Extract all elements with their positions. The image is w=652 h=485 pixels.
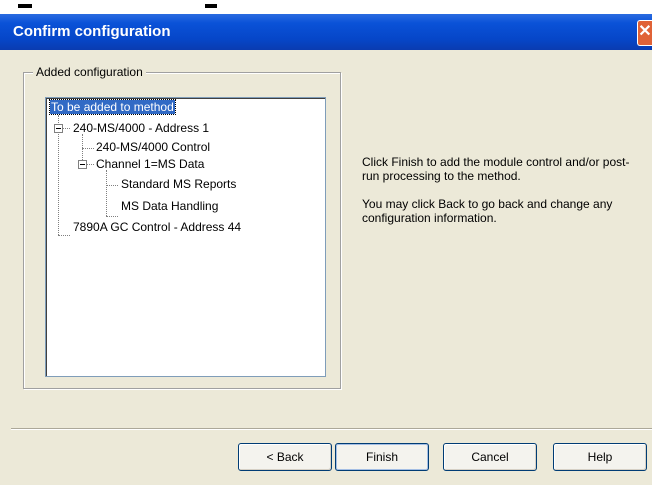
background-window-strip bbox=[0, 0, 652, 14]
tree-node-root[interactable]: To be added to method bbox=[49, 99, 176, 115]
tree-node-ms-control[interactable]: 240-MS/4000 Control bbox=[96, 140, 210, 155]
info-finish-text: Click Finish to add the module control a… bbox=[362, 155, 630, 183]
tree-line bbox=[106, 170, 107, 216]
tree-node-data-handling[interactable]: MS Data Handling bbox=[121, 199, 218, 214]
background-mark bbox=[205, 4, 217, 8]
group-label: Added configuration bbox=[33, 65, 146, 79]
help-button[interactable]: Help bbox=[553, 443, 647, 471]
tree-node-label: 240-MS/4000 - Address 1 bbox=[73, 121, 210, 135]
close-glyph: ✕ bbox=[638, 23, 652, 40]
tree-node-label: To be added to method bbox=[49, 99, 176, 115]
close-icon[interactable]: ✕ bbox=[637, 20, 652, 46]
tree-node-standard-reports[interactable]: Standard MS Reports bbox=[121, 177, 236, 192]
tree-line bbox=[106, 216, 118, 217]
background-mark bbox=[18, 4, 32, 8]
info-panel: Click Finish to add the module control a… bbox=[362, 155, 632, 239]
back-button[interactable]: < Back bbox=[238, 443, 332, 471]
tree-line bbox=[58, 235, 70, 236]
tree-expander-icon[interactable] bbox=[54, 124, 63, 133]
tree-node-label: 240-MS/4000 Control bbox=[96, 140, 211, 154]
tree-node-ms-address[interactable]: 240-MS/4000 - Address 1 bbox=[73, 121, 209, 136]
tree-node-label: 7890A GC Control - Address 44 bbox=[73, 220, 242, 234]
tree-node-gc-control[interactable]: 7890A GC Control - Address 44 bbox=[73, 220, 241, 235]
tree-line bbox=[62, 128, 70, 129]
dialog-title: Confirm configuration bbox=[13, 23, 171, 40]
tree-node-label: MS Data Handling bbox=[121, 199, 219, 213]
configuration-tree[interactable]: To be added to method 240-MS/4000 - Addr… bbox=[45, 97, 326, 377]
tree-line bbox=[106, 185, 118, 186]
info-back-text: You may click Back to go back and change… bbox=[362, 197, 613, 225]
added-configuration-group: Added configuration To be added to metho… bbox=[23, 65, 341, 389]
tree-expander-icon[interactable] bbox=[78, 160, 87, 169]
title-bar[interactable]: Confirm configuration ✕ bbox=[0, 14, 652, 50]
tree-line bbox=[82, 148, 94, 149]
tree-line bbox=[86, 164, 94, 165]
separator bbox=[11, 428, 652, 430]
tree-node-label: Channel 1=MS Data bbox=[96, 157, 205, 171]
tree-node-channel[interactable]: Channel 1=MS Data bbox=[96, 157, 204, 172]
tree-node-label: Standard MS Reports bbox=[121, 177, 237, 191]
tree-line bbox=[58, 115, 59, 235]
finish-button[interactable]: Finish bbox=[335, 443, 429, 471]
cancel-button[interactable]: Cancel bbox=[443, 443, 537, 471]
